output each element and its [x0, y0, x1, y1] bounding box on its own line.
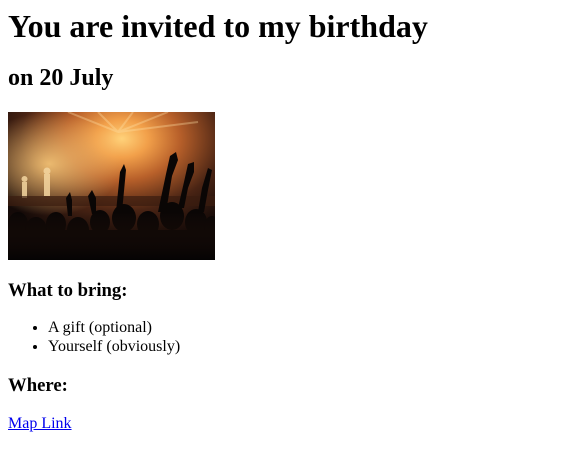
list-item: Yourself (obviously) — [48, 338, 180, 357]
bring-list: A gift (optional) Yourself (obviously) — [8, 319, 180, 356]
page-title: You are invited to my birthday — [8, 8, 428, 44]
what-to-bring-heading: What to bring: — [8, 280, 128, 301]
map-link[interactable]: Map Link — [8, 414, 72, 433]
where-heading: Where: — [8, 375, 68, 396]
concert-photo — [8, 112, 215, 260]
list-item: A gift (optional) — [48, 319, 180, 338]
date-subtitle: on 20 July — [8, 65, 114, 91]
